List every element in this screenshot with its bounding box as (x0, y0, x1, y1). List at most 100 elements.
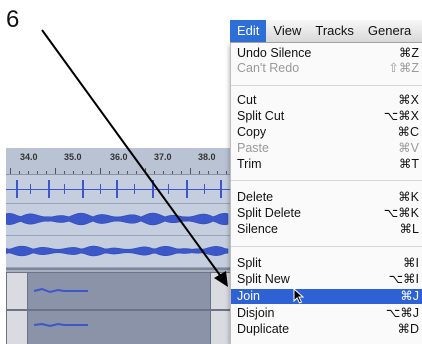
menu-generate[interactable]: Genera (361, 20, 418, 42)
ruler-tick (172, 171, 173, 174)
clip-waveform (33, 322, 88, 328)
menu-item-split-new[interactable]: Split New ⌥⌘I (231, 272, 422, 287)
beat-marker (100, 184, 101, 194)
menu-item-shortcut: ⌘T (398, 157, 419, 171)
menu-item-shortcut: ⌥⌘K (383, 206, 419, 220)
beat-marker (16, 180, 18, 198)
menu-item-cut[interactable]: Cut ⌘X (231, 93, 422, 108)
menu-item-label: Join (237, 289, 260, 303)
menu-item-trim[interactable]: Trim ⌘T (231, 157, 422, 172)
beat-marker (82, 180, 84, 198)
ruler-tick (208, 171, 209, 174)
ruler-tick (100, 168, 101, 174)
menu-item-paste: Paste ⌘V (231, 141, 422, 156)
menu-item-copy[interactable]: Copy ⌘C (231, 125, 422, 140)
beat-marker (186, 180, 188, 198)
beat-marker (64, 184, 65, 194)
step-number: 6 (6, 6, 20, 33)
menu-item-shortcut: ⌘Z (398, 46, 419, 60)
menu-item-label: Disjoin (237, 306, 275, 320)
beat-marker (134, 184, 135, 194)
menu-item-label: Paste (237, 141, 269, 155)
ruler-tick (73, 171, 74, 174)
menu-item-label: Cut (237, 93, 257, 107)
beat-marker (48, 180, 50, 198)
ruler-tick (118, 171, 119, 174)
beat-baseline (6, 189, 230, 190)
menu-item-duplicate[interactable]: Duplicate ⌘D (231, 322, 422, 337)
waveform (6, 212, 229, 226)
beat-marker (168, 184, 169, 194)
menu-separator (231, 85, 422, 86)
menu-item-label: Split Cut (237, 109, 285, 123)
beat-marker (116, 180, 118, 198)
menu-item-label: Undo Silence (237, 46, 312, 60)
ruler-tick (19, 171, 20, 174)
menu-view[interactable]: View (266, 20, 308, 42)
ruler-tick (46, 171, 47, 174)
audio-track-left[interactable] (6, 204, 230, 236)
ruler-tick (190, 168, 191, 174)
ruler-tick (136, 171, 137, 174)
menu-item-shortcut: ⌘L (399, 222, 419, 236)
audio-clip[interactable] (27, 272, 211, 310)
ruler-tick (145, 168, 146, 174)
timeline-ruler[interactable]: 34.0 35.0 36.0 37.0 38.0 (6, 148, 230, 175)
audio-editor-panel: 34.0 35.0 36.0 37.0 38.0 (6, 148, 230, 344)
menu-item-shortcut: ⌥⌘I (388, 272, 419, 286)
menu-edit[interactable]: Edit (230, 20, 267, 42)
ruler-tick (226, 171, 227, 174)
menu-item-shortcut: ⌘D (397, 322, 419, 336)
menu-item-shortcut: ⇧⌘Z (388, 61, 419, 75)
menu-item-shortcut: ⌘J (400, 289, 419, 303)
menu-item-join[interactable]: Join ⌘J (231, 287, 422, 304)
ruler-tick (82, 171, 83, 174)
audio-track-right[interactable] (6, 236, 230, 268)
menu-item-undo-silence[interactable]: Undo Silence ⌘Z (231, 46, 422, 61)
beat-marker (30, 184, 31, 194)
ruler-label: 37.0 (154, 152, 172, 162)
beat-track[interactable] (6, 175, 230, 204)
beat-marker (204, 184, 205, 194)
edit-menu-dropdown: Undo Silence ⌘Z Can't Redo ⇧⌘Z Cut ⌘X Sp… (230, 43, 422, 344)
menu-item-shortcut: ⌘X (398, 93, 419, 107)
menu-item-split-cut[interactable]: Split Cut ⌥⌘X (231, 109, 422, 124)
ruler-label: 35.0 (64, 152, 82, 162)
menu-bar: Edit View Tracks Genera (230, 20, 422, 43)
ruler-tick (154, 171, 155, 174)
menu-item-shortcut: ⌘C (397, 125, 419, 139)
clip-track[interactable] (6, 268, 230, 344)
menu-item-label: Split (237, 256, 262, 270)
ruler-tick (217, 171, 218, 174)
clip-gap (6, 310, 28, 344)
menu-item-delete[interactable]: Delete ⌘K (231, 190, 422, 205)
beat-marker (152, 180, 154, 198)
menu-separator (231, 180, 422, 181)
ruler-tick (37, 171, 38, 174)
menu-item-shortcut: ⌘K (398, 190, 419, 204)
waveform (6, 245, 229, 257)
ruler-tick (64, 171, 65, 174)
audio-clip[interactable] (27, 310, 211, 344)
menu-item-label: Split Delete (237, 206, 301, 220)
ruler-tick (10, 168, 11, 174)
clip-gap (210, 310, 230, 344)
menu-item-label: Can't Redo (237, 61, 300, 75)
menu-item-shortcut: ⌘I (403, 256, 419, 270)
menu-tracks[interactable]: Tracks (308, 20, 361, 42)
beat-marker (220, 180, 222, 198)
ruler-tick (163, 171, 164, 174)
menu-item-label: Copy (237, 125, 267, 139)
menu-separator (231, 246, 422, 247)
menu-item-split-delete[interactable]: Split Delete ⌥⌘K (231, 206, 422, 221)
menu-item-disjoin[interactable]: Disjoin ⌥⌘J (231, 306, 422, 321)
ruler-label: 36.0 (110, 152, 128, 162)
menu-item-silence[interactable]: Silence ⌘L (231, 222, 422, 237)
menu-item-label: Duplicate (237, 322, 290, 336)
mouse-pointer-icon (293, 287, 305, 308)
menu-item-label: Trim (237, 157, 262, 171)
ruler-label: 38.0 (198, 152, 216, 162)
menu-item-cant-redo: Can't Redo ⇧⌘Z (231, 61, 422, 76)
menu-item-split[interactable]: Split ⌘I (231, 256, 422, 271)
ruler-tick (28, 171, 29, 174)
